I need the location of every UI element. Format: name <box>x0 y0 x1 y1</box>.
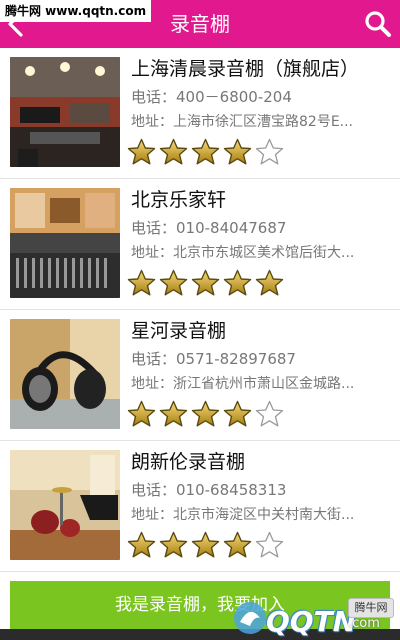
address-label: 地址： <box>131 507 173 523</box>
watermark-logo-suffix: .com <box>348 616 380 631</box>
star-filled-icon <box>127 400 156 428</box>
star-empty-icon <box>255 400 284 428</box>
phone-value: 0571-82897687 <box>176 350 296 368</box>
studio-phone[interactable]: 电话：400－6800-204 <box>131 86 383 107</box>
studio-thumbnail <box>10 188 120 298</box>
star-filled-icon <box>159 269 188 297</box>
star-empty-icon <box>255 138 284 166</box>
studio-name: 朗新伦录音棚 <box>131 451 246 473</box>
address-value: 浙江省杭州市萧山区金城路... <box>173 376 355 392</box>
star-filled-icon <box>159 138 188 166</box>
star-filled-icon <box>191 138 220 166</box>
search-icon <box>365 11 391 37</box>
phone-label: 电话： <box>131 481 177 499</box>
studio-phone[interactable]: 电话：0571-82897687 <box>131 348 383 369</box>
address-value: 北京市东城区美术馆后街大... <box>173 245 355 261</box>
star-filled-icon <box>191 531 220 559</box>
star-filled-icon <box>223 531 252 559</box>
phone-value: 400－6800-204 <box>176 88 292 106</box>
studio-name: 北京乐家轩 <box>131 189 227 211</box>
studio-address: 地址：上海市徐汇区漕宝路82号E... <box>131 111 383 131</box>
phone-label: 电话： <box>131 219 177 237</box>
studio-list: 上海清晨录音棚（旗舰店） 电话：400－6800-204 地址：上海市徐汇区漕宝… <box>0 48 400 572</box>
studio-address: 地址：浙江省杭州市萧山区金城路... <box>131 373 383 393</box>
studio-address: 地址：北京市海淀区中关村南大街... <box>131 504 383 524</box>
star-filled-icon <box>159 531 188 559</box>
studio-thumbnail <box>10 450 120 560</box>
star-filled-icon <box>255 269 284 297</box>
studio-name: 上海清晨录音棚（旗舰店） <box>131 58 360 80</box>
studio-thumbnail <box>10 57 120 167</box>
list-item[interactable]: 星河录音棚 电话：0571-82897687 地址：浙江省杭州市萧山区金城路..… <box>0 310 400 441</box>
watermark-text: 腾牛网 www.qqtn.com <box>0 0 152 22</box>
star-filled-icon <box>191 269 220 297</box>
list-item[interactable]: 北京乐家轩 电话：010-84047687 地址：北京市东城区美术馆后街大... <box>0 179 400 310</box>
star-filled-icon <box>191 400 220 428</box>
phone-value: 010-84047687 <box>176 219 287 237</box>
list-item[interactable]: 上海清晨录音棚（旗舰店） 电话：400－6800-204 地址：上海市徐汇区漕宝… <box>0 48 400 179</box>
studio-phone[interactable]: 电话：010-84047687 <box>131 217 383 238</box>
phone-value: 010-68458313 <box>176 481 287 499</box>
address-label: 地址： <box>131 376 173 392</box>
star-rating <box>127 400 284 428</box>
star-empty-icon <box>255 531 284 559</box>
star-filled-icon <box>223 400 252 428</box>
star-filled-icon <box>127 269 156 297</box>
star-rating <box>127 138 284 166</box>
studio-name: 星河录音棚 <box>131 320 227 342</box>
studio-address: 地址：北京市东城区美术馆后街大... <box>131 242 383 262</box>
studio-thumbnail <box>10 319 120 429</box>
address-value: 北京市海淀区中关村南大街... <box>173 507 355 523</box>
address-label: 地址： <box>131 245 173 261</box>
star-filled-icon <box>223 269 252 297</box>
watermark-logo-text: QQTN <box>266 605 357 638</box>
phone-label: 电话： <box>131 350 177 368</box>
phone-label: 电话： <box>131 88 177 106</box>
address-value: 上海市徐汇区漕宝路82号E... <box>173 114 354 130</box>
star-filled-icon <box>223 138 252 166</box>
star-filled-icon <box>159 400 188 428</box>
star-filled-icon <box>127 531 156 559</box>
watermark-badge: 腾牛网 <box>348 598 394 618</box>
studio-phone[interactable]: 电话：010-68458313 <box>131 479 383 500</box>
star-rating <box>127 269 284 297</box>
address-label: 地址： <box>131 114 173 130</box>
star-filled-icon <box>127 138 156 166</box>
list-item[interactable]: 朗新伦录音棚 电话：010-68458313 地址：北京市海淀区中关村南大街..… <box>0 441 400 572</box>
star-rating <box>127 531 284 559</box>
search-button[interactable] <box>364 10 392 38</box>
